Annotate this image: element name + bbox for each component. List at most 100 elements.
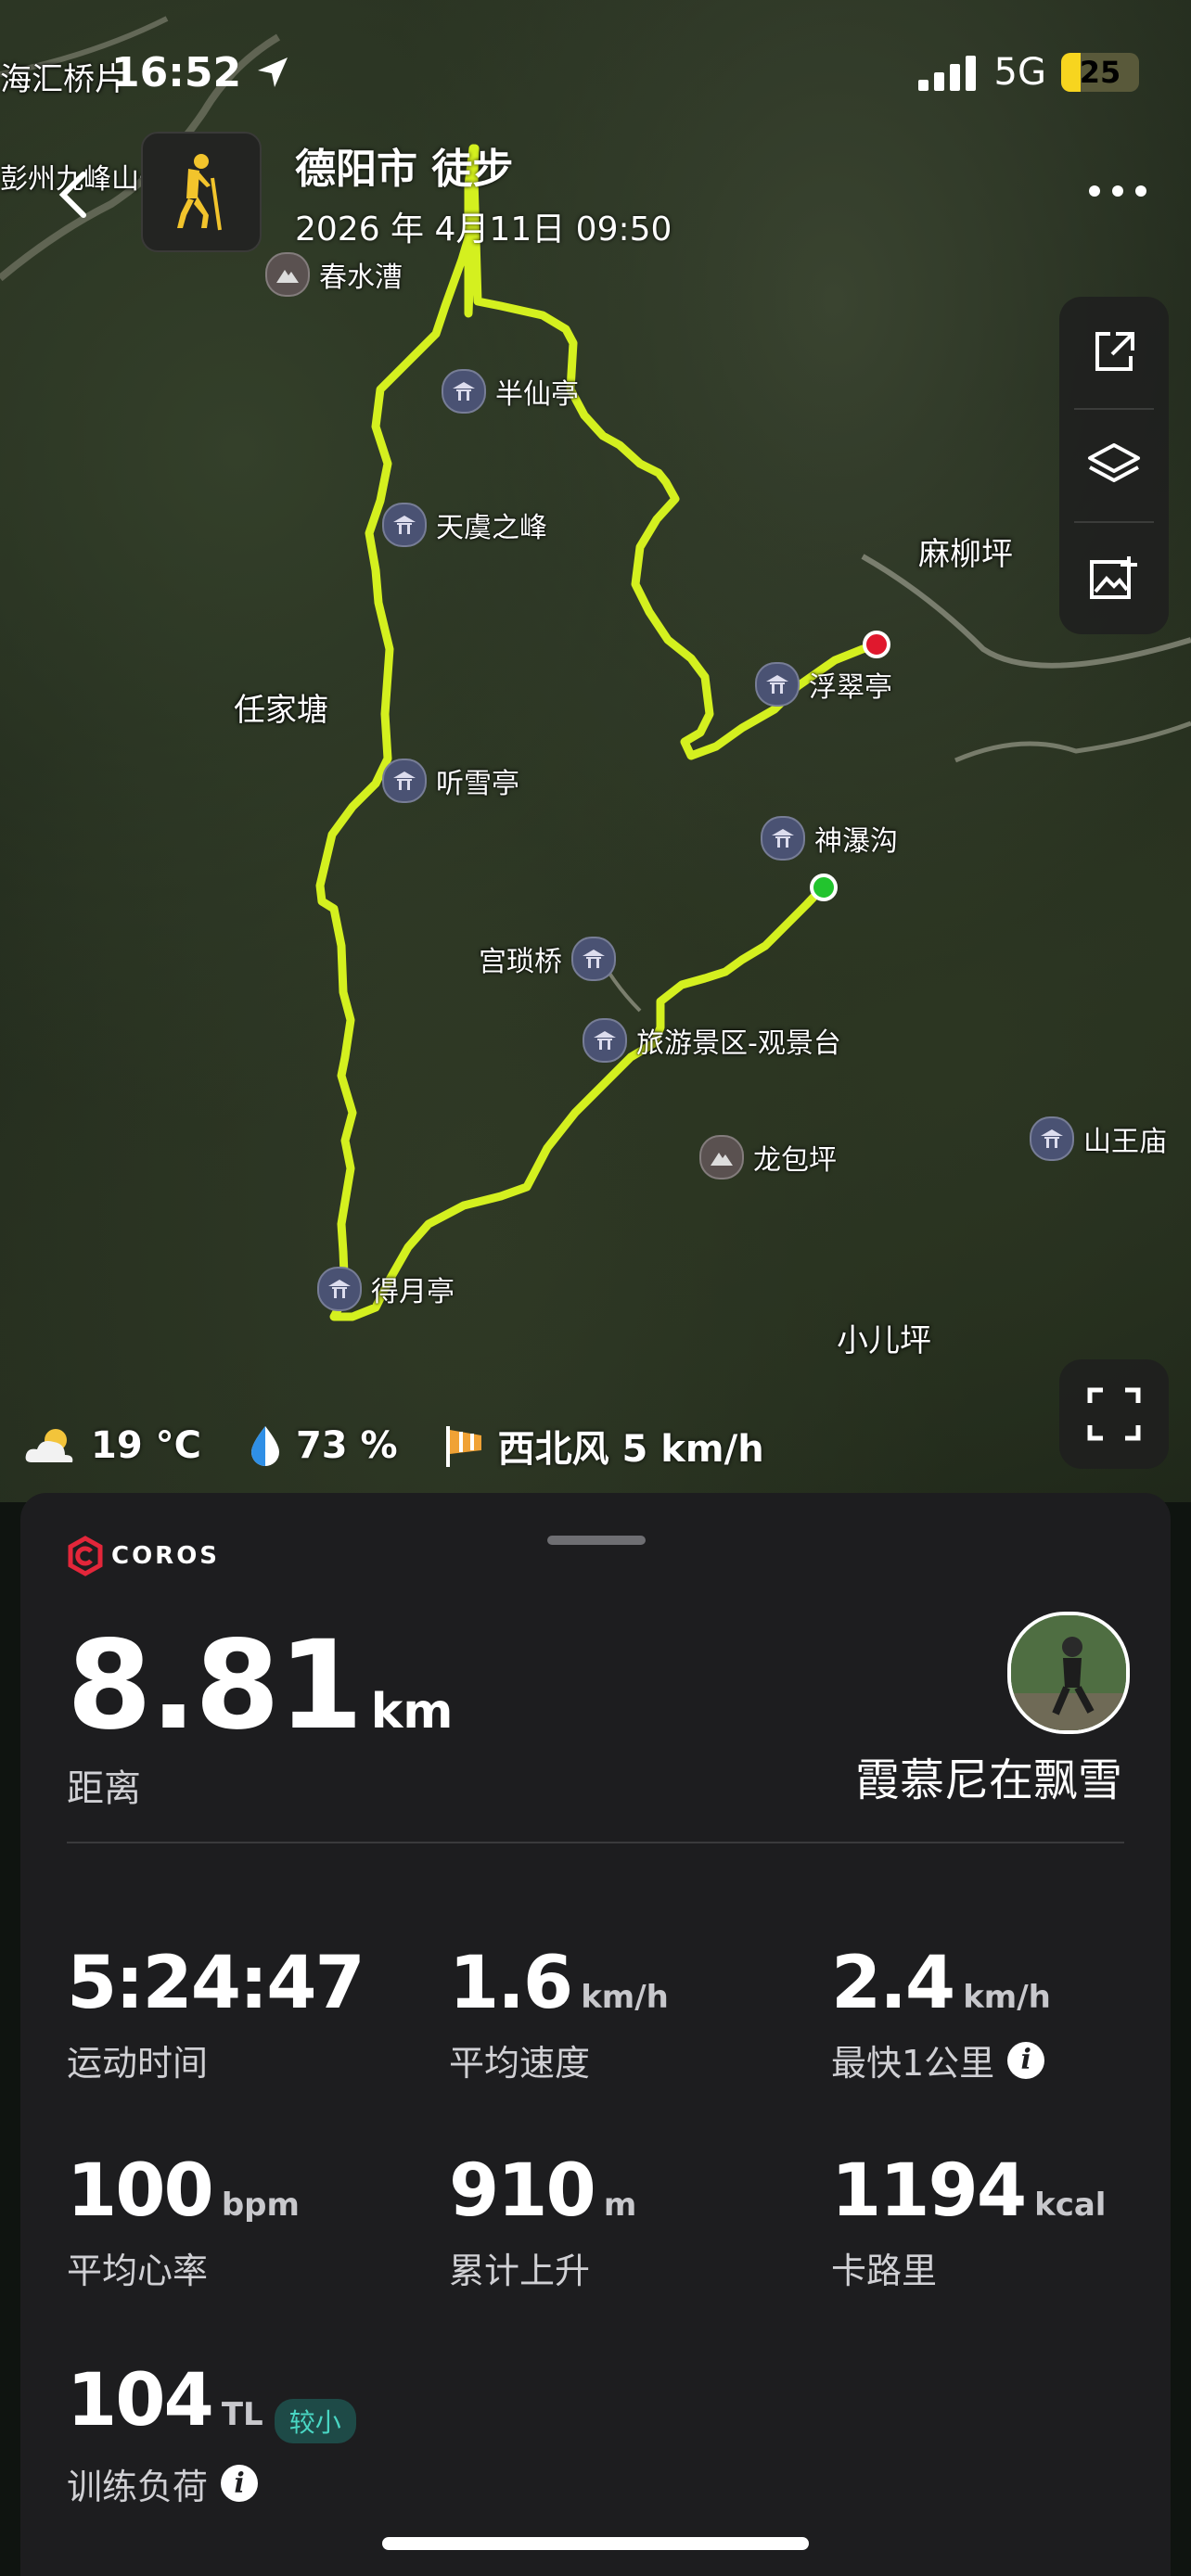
humidity: 73 % — [295, 1424, 398, 1467]
poi-label: 宫琐桥 — [479, 946, 562, 978]
clock: 16:52 — [111, 48, 242, 96]
info-icon[interactable]: i — [1007, 2041, 1045, 2079]
metric-label: 平均心率 — [67, 2251, 209, 2291]
poi-label: 神瀑沟 — [814, 825, 898, 858]
hiking-icon — [177, 154, 222, 231]
poi-gongxianqiao[interactable]: 宫琐桥 — [479, 937, 616, 981]
share-button[interactable] — [1059, 297, 1169, 408]
metric-elevation-gain: 910 m 累计上升 — [449, 2155, 636, 2293]
info-icon[interactable]: i — [221, 2465, 259, 2502]
fullscreen-button[interactable] — [1059, 1359, 1169, 1469]
metric-label: 平均速度 — [449, 2043, 591, 2084]
metric-label: 训练负荷 — [67, 2466, 209, 2507]
temple-icon — [1030, 1116, 1074, 1161]
image-add-icon — [1090, 556, 1137, 599]
metric-duration: 5:24:47 运动时间 — [67, 1947, 373, 2085]
metric-value: 104 — [67, 2359, 214, 2442]
brand-name: COROS — [111, 1542, 221, 1570]
metric-fastest-km: 2.4 km/h 最快1公里 i — [831, 1947, 1051, 2085]
place-label: 麻柳坪 — [918, 536, 1013, 573]
drag-handle[interactable] — [547, 1536, 646, 1545]
metric-value: 910 — [449, 2149, 596, 2233]
metric-avg-speed: 1.6 km/h 平均速度 — [449, 1947, 669, 2085]
metric-value: 2.4 — [831, 1942, 955, 2025]
battery-icon: 25 — [1061, 53, 1139, 92]
poi-label: 春水漕 — [319, 261, 403, 294]
partly-cloudy-icon — [25, 1429, 73, 1462]
pavilion-icon — [382, 503, 427, 547]
pavilion-icon — [571, 937, 616, 981]
metric-unit: km/h — [963, 1979, 1051, 2016]
metric-unit: bpm — [221, 2187, 300, 2224]
mountain-icon — [699, 1135, 744, 1180]
back-button[interactable] — [56, 167, 102, 223]
poi-label: 旅游景区-观景台 — [636, 1027, 841, 1060]
poi-label: 天虞之峰 — [436, 512, 547, 544]
place-label: 小儿坪 — [837, 1322, 931, 1359]
share-icon — [1095, 332, 1134, 371]
user-name[interactable]: 霞慕尼在飘雪 — [855, 1743, 1122, 1808]
poi-guanjingtai[interactable]: 旅游景区-观景台 — [583, 1018, 841, 1063]
poi-longbaoping[interactable]: 龙包坪 — [699, 1135, 837, 1180]
pavilion-icon — [755, 662, 800, 707]
home-indicator[interactable] — [382, 2537, 809, 2550]
activity-datetime: 2026 年 4月11日 09:50 — [295, 210, 672, 249]
metric-value: 5:24:47 — [67, 1942, 365, 2025]
metric-label: 卡路里 — [831, 2251, 938, 2291]
poi-label: 龙包坪 — [753, 1144, 837, 1177]
poi-label: 半仙亭 — [495, 378, 579, 411]
fullscreen-icon — [1087, 1387, 1141, 1441]
metric-value: 100 — [67, 2149, 214, 2233]
wind: 西北风 5 km/h — [497, 1428, 764, 1471]
poi-tingxueting[interactable]: 听雪亭 — [382, 759, 519, 803]
metric-unit: TL — [221, 2396, 263, 2433]
map-label: 海汇桥片 — [0, 61, 126, 98]
pavilion-icon — [761, 816, 805, 861]
map-toolbar — [1059, 297, 1169, 634]
more-dots-icon — [1089, 185, 1146, 197]
network-type: 5G — [993, 51, 1046, 94]
status-right: 5G 25 — [916, 45, 1139, 100]
poi-fucuiting[interactable]: 浮翠亭 — [755, 662, 892, 707]
poi-shenpugou[interactable]: 神瀑沟 — [761, 816, 898, 861]
metric-unit: kcal — [1034, 2187, 1107, 2224]
add-image-button[interactable] — [1059, 523, 1169, 634]
distance-unit: km — [370, 1684, 454, 1740]
metric-calories: 1194 kcal 卡路里 — [831, 2155, 1106, 2293]
temperature: 19 °C — [91, 1424, 201, 1467]
distance-metric: 8.81 km 距离 — [67, 1625, 453, 1812]
poi-label: 听雪亭 — [436, 768, 519, 800]
location-arrow-icon — [258, 57, 288, 87]
layers-icon — [1088, 443, 1140, 482]
coros-logo-icon — [68, 1536, 103, 1576]
poi-chunshuicao[interactable]: 春水漕 — [265, 252, 403, 297]
poi-deyueting[interactable]: 得月亭 — [317, 1267, 455, 1311]
poi-banxianting[interactable]: 半仙亭 — [442, 369, 579, 414]
poi-tianyuzhifeng[interactable]: 天虞之峰 — [382, 503, 547, 547]
more-button[interactable] — [1085, 172, 1150, 210]
chevron-left-icon — [58, 172, 86, 218]
metric-value: 1.6 — [449, 1942, 573, 2025]
metric-label: 运动时间 — [67, 2043, 209, 2084]
user-avatar[interactable] — [1007, 1612, 1130, 1734]
weather-bar: 19 °C 73 % 西北风 5 km/h — [22, 1419, 809, 1473]
start-marker[interactable] — [810, 874, 838, 901]
poi-shanwangmiao[interactable]: 山王庙 — [1030, 1116, 1167, 1161]
pavilion-icon — [317, 1267, 362, 1311]
poi-label: 浮翠亭 — [809, 671, 892, 704]
sport-type-badge — [141, 132, 262, 252]
layers-button[interactable] — [1059, 410, 1169, 521]
metric-unit: km/h — [581, 1979, 669, 2016]
end-marker[interactable] — [863, 631, 890, 658]
windsock-icon — [445, 1426, 481, 1467]
metric-label: 累计上升 — [449, 2251, 591, 2291]
distance-label: 距离 — [67, 1767, 141, 1810]
load-level-badge: 较小 — [274, 2398, 356, 2443]
metric-avg-hr: 100 bpm 平均心率 — [67, 2155, 300, 2293]
pavilion-icon — [382, 759, 427, 803]
mountain-icon — [265, 252, 310, 297]
activity-summary-panel[interactable]: COROS 8.81 km 距离 霞慕尼在飘雪 5:24:47 运动时间 1.6 k… — [20, 1493, 1171, 2576]
status-time: 16:52 — [111, 45, 291, 100]
metric-value: 1194 — [831, 2149, 1027, 2233]
poi-label: 山王庙 — [1083, 1126, 1167, 1158]
